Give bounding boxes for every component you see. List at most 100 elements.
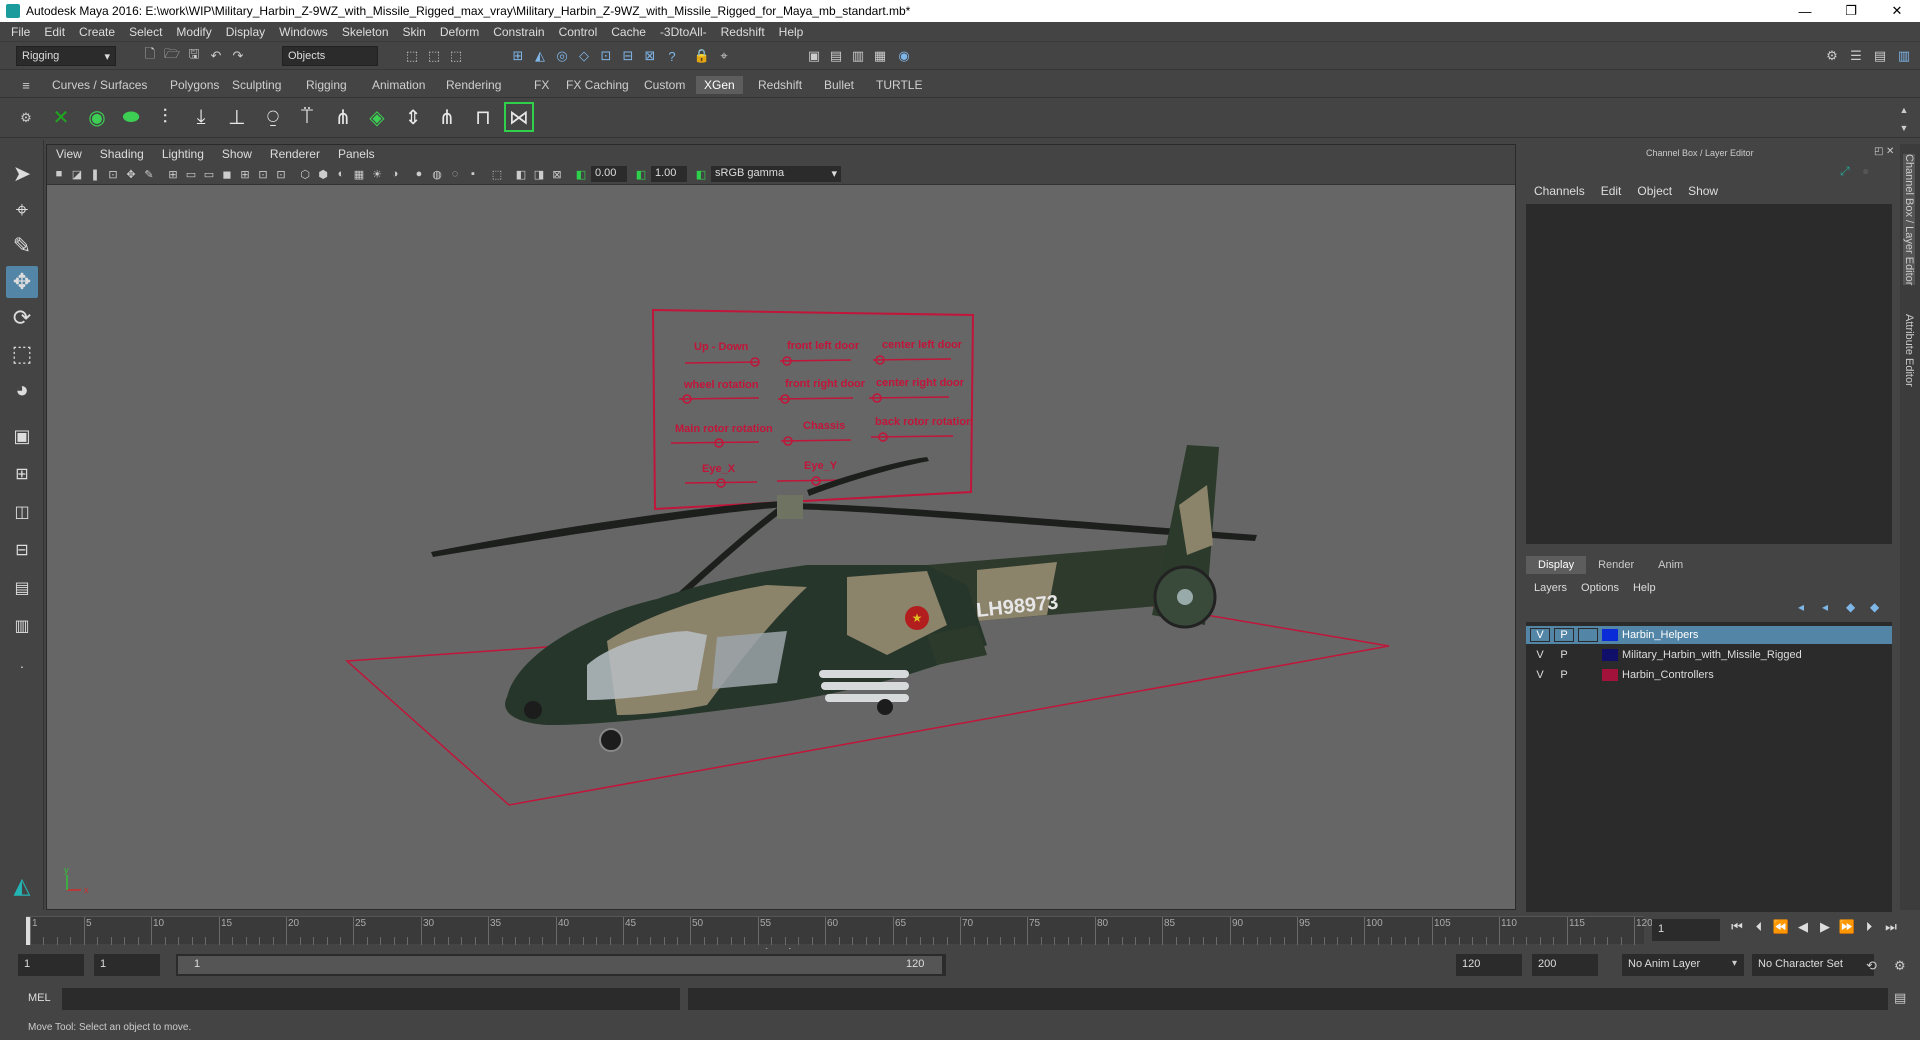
lock-icon[interactable]: 🔒 [692,46,712,66]
layer-menu-help[interactable]: Help [1633,582,1656,594]
menu-select[interactable]: Select [122,25,169,39]
character-set-dropdown[interactable]: No Character Set [1752,954,1874,976]
shelf-menu-icon[interactable]: ≡ [16,75,36,95]
layer-visibility-toggle[interactable]: V [1530,668,1550,682]
shelf-scroll-down-icon[interactable]: ▼ [1894,118,1914,138]
selection-mode-dropdown[interactable]: Objects [282,46,378,66]
isolate-select-icon[interactable]: ⬚ [489,166,505,182]
select-tool-icon[interactable]: ⌖ [714,46,734,66]
persp-outliner-layout-icon[interactable]: ⊟ [6,534,38,566]
new-scene-icon[interactable]: 🗋 [140,46,160,66]
motion-blur-icon[interactable]: ◍ [429,166,445,182]
menu-redshift[interactable]: Redshift [714,25,772,39]
xgen-sculpt-guide-icon[interactable]: ⍜ [258,102,288,132]
layer-display-type-toggle[interactable] [1578,668,1598,682]
step-back-icon[interactable]: ⏴ [1750,918,1768,936]
shelf-tab-custom[interactable]: Custom [636,76,693,94]
preferences-icon[interactable]: ⚙ [1894,958,1906,974]
shelf-tab-fx-caching[interactable]: FX Caching [558,76,637,94]
channel-box-toggle-icon[interactable]: ▥ [1894,46,1914,66]
depth-of-field-icon[interactable]: ▪ [465,166,481,182]
viewport-menu-lighting[interactable]: Lighting [153,147,213,161]
menu-cache[interactable]: Cache [604,25,653,39]
move-layer-up-icon[interactable]: ◂ [1798,600,1804,614]
float-panel-icon[interactable]: ◰ [1874,146,1883,157]
viewport-menu-shading[interactable]: Shading [91,147,153,161]
step-forward-icon[interactable]: ⏵ [1860,918,1878,936]
render-view-icon[interactable]: ▣ [804,46,824,66]
custom-layout-icon[interactable]: · [6,650,38,682]
xgen-description-icon[interactable]: ⬬ [116,102,146,132]
safe-action-icon[interactable]: ⊡ [255,166,271,182]
layer-visibility-toggle[interactable]: V [1530,648,1550,662]
modeling-toolkit-icon[interactable]: ☰ [1846,46,1866,66]
use-all-lights-icon[interactable]: ☀ [369,166,385,182]
helicopter-model[interactable]: ★ LH98973 [431,445,1257,752]
shelf-scroll-up-icon[interactable]: ▲ [1894,100,1914,120]
xray-components-icon[interactable]: ⊠ [549,166,565,182]
render-settings-icon[interactable]: ▦ [870,46,890,66]
animation-start-field[interactable]: 1 [18,954,84,976]
help-query-icon[interactable]: ? [662,46,682,66]
current-frame-field[interactable]: 1 [1652,919,1720,941]
last-tool-icon[interactable]: ◕ [6,374,38,406]
resolution-gate-icon[interactable]: ▭ [201,166,217,182]
textured-icon[interactable]: ▦ [351,166,367,182]
manipulator-icon[interactable]: ⤢ [1840,164,1850,179]
layer-playback-toggle[interactable]: P [1554,648,1574,662]
close-panel-icon[interactable]: ✕ [1886,146,1894,157]
xgen-add-guide-icon[interactable]: ⤓ [186,102,216,132]
xray-icon[interactable]: ◧ [513,166,529,182]
viewport-menu-renderer[interactable]: Renderer [261,147,329,161]
menu-modify[interactable]: Modify [169,25,218,39]
layer-playback-toggle[interactable]: P [1554,628,1574,642]
menu-edit[interactable]: Edit [37,25,72,39]
viewport-menu-show[interactable]: Show [213,147,261,161]
exposure-field[interactable]: 0.00 [591,166,627,182]
image-plane-icon[interactable]: ⊡ [105,166,121,182]
menu-skin[interactable]: Skin [396,25,433,39]
move-tool-icon[interactable]: ✥ [6,266,38,298]
layer-tab-render[interactable]: Render [1586,556,1646,574]
shelf-tab-bullet[interactable]: Bullet [816,76,862,94]
xgen-guides-icon[interactable]: ⫶ [150,102,180,132]
persp-camera-view[interactable]: Up - Down front left door center left do… [47,185,1515,949]
xgen-lock-guide-icon[interactable]: ⍡ [292,102,322,132]
two-view-layout-icon[interactable]: ◫ [6,496,38,528]
history-icon[interactable]: ⊟ [618,46,638,66]
layer-color-swatch[interactable] [1602,649,1618,661]
gamma-field[interactable]: 1.00 [651,166,687,182]
scale-tool-icon[interactable]: ⬚ [6,338,38,370]
menu-create[interactable]: Create [72,25,122,39]
channel-box-menu-show[interactable]: Show [1688,184,1718,198]
layer-playback-toggle[interactable]: P [1554,668,1574,682]
viewport-menu-view[interactable]: View [47,147,91,161]
xgen-comb-icon[interactable]: ⋔ [432,102,462,132]
layer-menu-layers[interactable]: Layers [1534,582,1567,594]
grid-toggle-icon[interactable]: ⊞ [165,166,181,182]
ipr-render-icon[interactable]: ▥ [848,46,868,66]
layer-visibility-toggle[interactable]: V [1530,628,1550,642]
wireframe-icon[interactable]: ⬡ [297,166,313,182]
open-scene-icon[interactable]: 🗁 [162,46,182,66]
snap-live-icon[interactable]: ⊡ [596,46,616,66]
four-view-layout-icon[interactable]: ⊞ [6,458,38,490]
layer-display-type-toggle[interactable] [1578,648,1598,662]
menu-help[interactable]: Help [772,25,811,39]
xgen-editor-icon[interactable]: ✕ [46,102,76,132]
gamma-icon[interactable]: ◧ [633,166,649,182]
command-input[interactable] [62,988,680,1010]
shadows-icon[interactable]: ◑ [387,166,403,182]
shelf-tab-turtle[interactable]: TURTLE [868,76,930,94]
safe-title-icon[interactable]: ⊡ [273,166,289,182]
menu-constrain[interactable]: Constrain [486,25,551,39]
layer-menu-options[interactable]: Options [1581,582,1619,594]
new-layer-icon[interactable]: ◆ [1846,600,1855,614]
select-tool-icon[interactable]: ➤ [6,158,38,190]
step-back-key-icon[interactable]: ⏪ [1772,918,1790,936]
time-slider-bar[interactable]: 1 5 10 15 20 25 30 35 40 45 50 55 60 65 70 75 80 85 90 95 10… [26,916,1653,945]
xgen-splines-icon[interactable]: ⋔ [328,102,358,132]
grease-pencil-icon[interactable]: ✎ [141,166,157,182]
shelf-tab-redshift[interactable]: Redshift [750,76,810,94]
paint-select-tool-icon[interactable]: ✎ [6,230,38,262]
